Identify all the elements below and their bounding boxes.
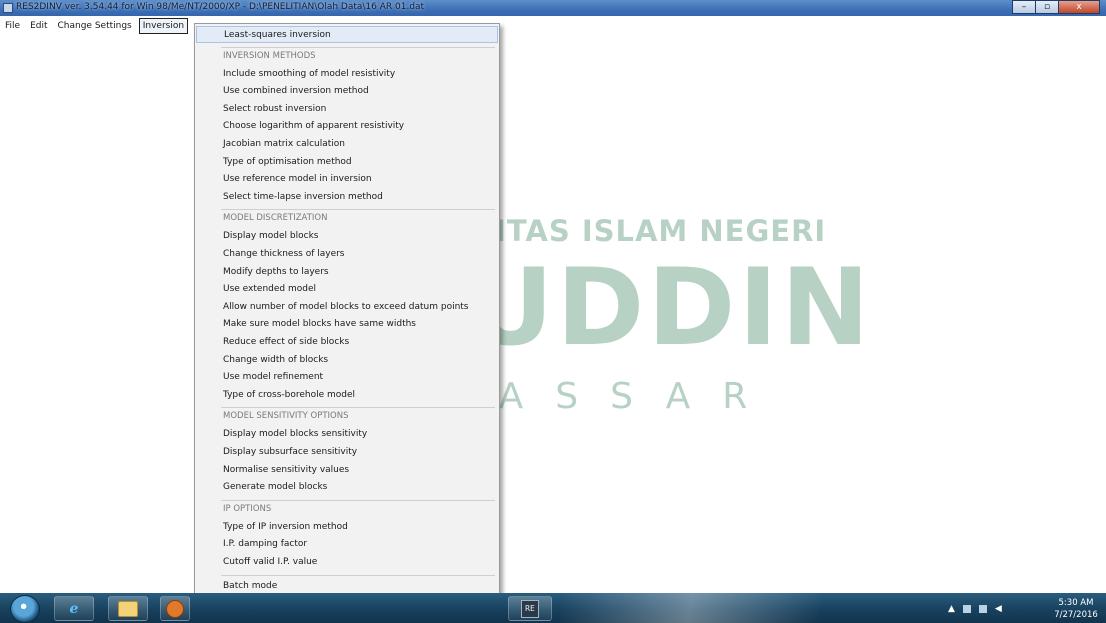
menu-item-display-subsurface-sensitivity[interactable]: Display subsurface sensitivity	[196, 444, 498, 461]
media-player-taskbar-button[interactable]	[160, 596, 190, 621]
menu-item-select-time-lapse-inversion-method[interactable]: Select time-lapse inversion method	[196, 189, 498, 206]
menu-item-display-model-blocks-sensitivity[interactable]: Display model blocks sensitivity	[196, 426, 498, 443]
internet-explorer-icon: e	[69, 600, 79, 617]
menu-separator	[221, 574, 495, 576]
window-title: RES2DINV ver. 3.54.44 for Win 98/Me/NT/2…	[16, 2, 425, 12]
menu-inversion[interactable]: Inversion	[138, 18, 189, 34]
menu-change-settings[interactable]: Change Settings	[53, 19, 137, 33]
menu-item-least-squares-inversion[interactable]: Least-squares inversion	[196, 26, 498, 43]
file-explorer-taskbar-button[interactable]	[108, 596, 148, 621]
menu-item-allow-number-of-model-blocks-to-exceed-datum-points[interactable]: Allow number of model blocks to exceed d…	[196, 299, 498, 316]
system-tray: ▲ ◀	[948, 596, 1010, 622]
menu-item-use-reference-model-in-inversion[interactable]: Use reference model in inversion	[196, 171, 498, 188]
menu-section-model-sensitivity-options: MODEL SENSITIVITY OPTIONS	[223, 411, 349, 422]
menu-section-inversion-methods: INVERSION METHODS	[223, 50, 316, 61]
taskbar-glow	[560, 593, 820, 623]
inversion-dropdown-menu: Least-squares inversion INVERSION METHODS…	[194, 23, 500, 623]
menu-item-make-sure-model-blocks-have-same-widths[interactable]: Make sure model blocks have same widths	[196, 316, 498, 333]
res2dinv-taskbar-button[interactable]: RE	[508, 596, 552, 621]
menu-item-jacobian-matrix-calculation[interactable]: Jacobian matrix calculation	[196, 136, 498, 153]
menu-item-cutoff-valid-i-p-value[interactable]: Cutoff valid I.P. value	[196, 554, 498, 571]
menu-item-display-model-blocks[interactable]: Display model blocks	[196, 228, 498, 245]
menu-item-use-extended-model[interactable]: Use extended model	[196, 281, 498, 298]
menu-section-ip-options: IP OPTIONS	[223, 503, 272, 514]
res2dinv-icon: RE	[521, 599, 539, 618]
menu-item-include-smoothing-of-model-resistivity[interactable]: Include smoothing of model resistivity	[196, 66, 498, 83]
menu-item-use-model-refinement[interactable]: Use model refinement	[196, 369, 498, 386]
network-icon[interactable]	[962, 605, 971, 613]
menu-item-reduce-effect-of-side-blocks[interactable]: Reduce effect of side blocks	[196, 334, 498, 351]
app-icon	[3, 3, 13, 13]
menu-item-normalise-sensitivity-values[interactable]: Normalise sensitivity values	[196, 462, 498, 479]
clock-time: 5:30 AM	[1058, 598, 1094, 608]
menu-bar: File Edit Change Settings Inversion	[0, 16, 1106, 36]
close-button[interactable]: x	[1058, 0, 1100, 14]
folder-icon	[118, 600, 138, 617]
menu-item-type-of-ip-inversion-method[interactable]: Type of IP inversion method	[196, 519, 498, 536]
watermark: UNIVERSITAS ISLAM NEGERI ALAUDDIN MAKASS…	[0, 0, 1106, 623]
menu-item-change-thickness-of-layers[interactable]: Change thickness of layers	[196, 246, 498, 263]
menu-item-i-p-damping-factor[interactable]: I.P. damping factor	[196, 536, 498, 553]
menu-item-select-robust-inversion[interactable]: Select robust inversion	[196, 101, 498, 118]
maximize-button[interactable]: ▫	[1035, 0, 1059, 14]
menu-section-model-discretization: MODEL DISCRETIZATION	[223, 213, 328, 224]
taskbar-clock[interactable]: 5:30 AM 7/27/2016	[1048, 597, 1104, 621]
menu-item-generate-model-blocks[interactable]: Generate model blocks	[196, 479, 498, 496]
window-controls: – ▫ x	[1012, 0, 1100, 14]
clock-date: 7/27/2016	[1054, 610, 1098, 620]
menu-item-choose-logarithm-of-apparent-resistivity[interactable]: Choose logarithm of apparent resistivity	[196, 118, 498, 135]
menu-item-type-of-optimisation-method[interactable]: Type of optimisation method	[196, 154, 498, 171]
menu-item-use-combined-inversion-method[interactable]: Use combined inversion method	[196, 83, 498, 100]
title-bar: RES2DINV ver. 3.54.44 for Win 98/Me/NT/2…	[0, 0, 1106, 16]
volume-icon[interactable]: ◀	[995, 604, 1002, 614]
menu-item-change-width-of-blocks[interactable]: Change width of blocks	[196, 352, 498, 369]
menu-file[interactable]: File	[0, 19, 25, 33]
internet-explorer-taskbar-button[interactable]: e	[54, 596, 94, 621]
menu-item-modify-depths-to-layers[interactable]: Modify depths to layers	[196, 264, 498, 281]
media-player-icon	[166, 599, 184, 618]
minimize-button[interactable]: –	[1012, 0, 1036, 14]
show-hidden-icons-icon[interactable]: ▲	[948, 604, 955, 614]
menu-item-type-of-cross-borehole-model[interactable]: Type of cross-borehole model	[196, 387, 498, 404]
action-center-icon[interactable]	[978, 605, 987, 613]
menu-edit[interactable]: Edit	[25, 19, 52, 33]
start-button[interactable]	[10, 595, 40, 623]
